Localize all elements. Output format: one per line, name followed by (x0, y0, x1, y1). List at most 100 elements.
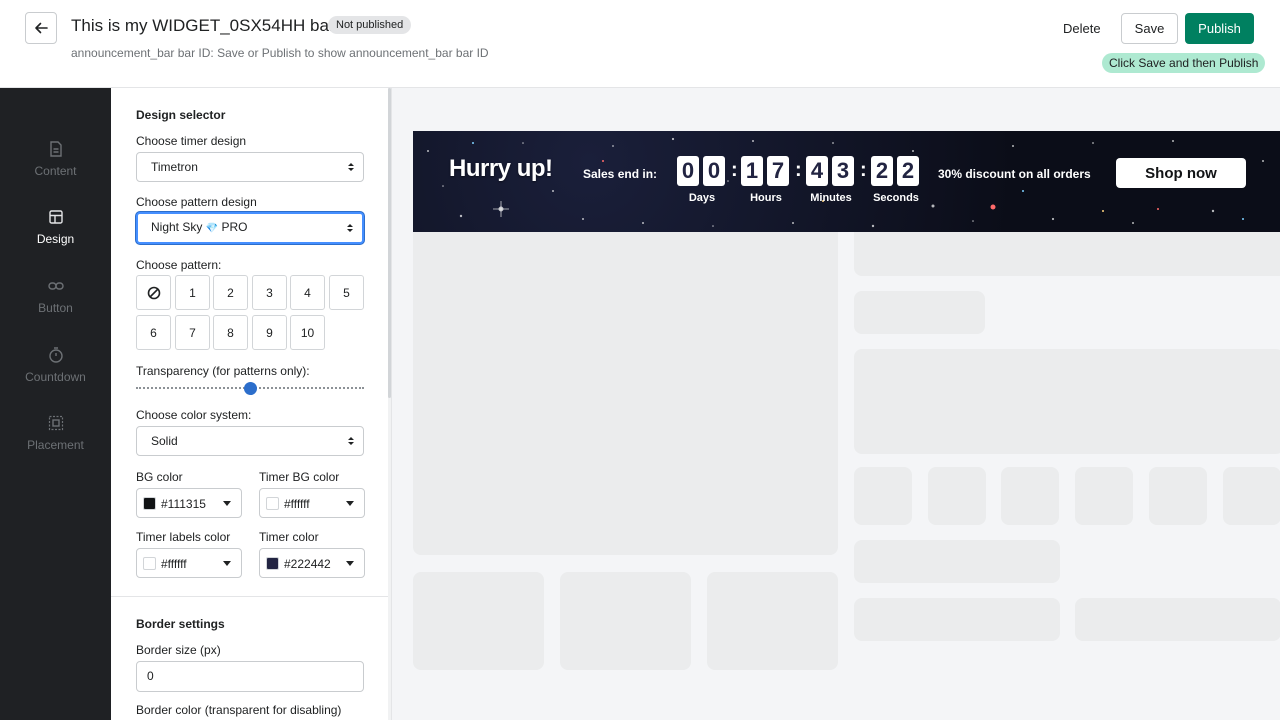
pattern-button[interactable]: 7 (175, 315, 210, 350)
bg-color-label: BG color (136, 470, 183, 484)
skeleton-block (854, 540, 1060, 583)
sidebar-item-label: Placement (27, 438, 84, 452)
skeleton-block (1001, 467, 1059, 525)
color-swatch (266, 557, 279, 570)
timer-design-label: Choose timer design (136, 134, 247, 148)
pattern-button[interactable]: 6 (136, 315, 171, 350)
pattern-button[interactable]: 4 (290, 275, 325, 310)
gem-icon: 💎 (205, 223, 219, 234)
timer-color-value: #222442 (284, 557, 331, 571)
pattern-button[interactable]: 1 (175, 275, 210, 310)
timer-icon (48, 347, 63, 363)
sidebar-item-countdown[interactable]: Countdown (0, 346, 111, 402)
placement-icon (48, 415, 63, 431)
sidebar-item-placement[interactable]: Placement (0, 414, 111, 470)
pattern-button[interactable]: 9 (252, 315, 287, 350)
discount-text: 30% discount on all orders (938, 167, 1091, 181)
pattern-design-select[interactable]: Night Sky 💎 PRO (136, 212, 364, 244)
sidebar-item-content[interactable]: Content (0, 140, 111, 196)
timer-digit: 3 (832, 156, 854, 186)
minutes-label: Minutes (810, 192, 852, 204)
sidebar-item-design[interactable]: Design (0, 208, 111, 264)
color-swatch (143, 497, 156, 510)
document-icon (49, 141, 62, 157)
pattern-none-button[interactable] (136, 275, 171, 310)
dropdown-arrow-icon (346, 561, 354, 566)
timer-labels-color-label: Timer labels color (136, 530, 231, 544)
preview-area: Hurry up! Sales end in: 0 0 : 1 7 : 4 3 … (391, 88, 1280, 720)
skeleton-block (1149, 467, 1207, 525)
timer-colon: : (860, 159, 867, 181)
bar-id-subtitle: announcement_bar bar ID: Save or Publish… (71, 46, 489, 60)
transparency-label: Transparency (for patterns only): (136, 364, 310, 378)
timer-digit: 2 (871, 156, 893, 186)
dropdown-arrow-icon (346, 501, 354, 506)
timer-digit: 7 (767, 156, 789, 186)
design-selector-title: Design selector (136, 108, 226, 122)
timer-digit: 0 (677, 156, 699, 186)
skeleton-block (854, 349, 1280, 454)
sidebar-item-label: Countdown (25, 370, 86, 384)
timer-color-label: Timer color (259, 530, 319, 544)
bg-color-value: #111315 (161, 497, 206, 511)
sidebar-item-label: Content (34, 164, 77, 178)
skeleton-block (560, 572, 691, 670)
border-size-input[interactable]: 0 (136, 661, 364, 692)
border-settings-title: Border settings (136, 617, 225, 631)
layout-icon (48, 210, 63, 224)
dropdown-arrow-icon (223, 501, 231, 506)
skeleton-block (854, 598, 1060, 641)
pattern-button[interactable]: 5 (329, 275, 364, 310)
pattern-button[interactable]: 3 (252, 275, 287, 310)
back-button[interactable] (25, 12, 57, 44)
timer-bg-color-value: #ffffff (284, 497, 310, 511)
skeleton-block (1223, 467, 1280, 525)
link-icon (47, 282, 64, 290)
timer-design-select[interactable]: Timetron (136, 152, 364, 182)
timer-color-picker[interactable]: #222442 (259, 548, 365, 578)
color-system-value: Solid (151, 434, 178, 448)
section-divider (111, 596, 391, 597)
arrow-left-icon (35, 22, 48, 34)
transparency-slider-thumb[interactable] (243, 382, 257, 395)
pattern-design-label: Choose pattern design (136, 195, 257, 209)
save-button[interactable]: Save (1121, 13, 1178, 44)
bar-headline: Hurry up! (449, 155, 553, 182)
skeleton-block (854, 291, 985, 334)
timer-labels-color-value: #ffffff (161, 557, 187, 571)
hours-label: Hours (750, 192, 782, 204)
select-caret-icon (348, 437, 354, 445)
skeleton-block (1075, 598, 1280, 641)
sidebar-item-button[interactable]: Button (0, 277, 111, 333)
skeleton-block (1075, 467, 1133, 525)
page-title: This is my WIDGET_0SX54HH bar (71, 16, 335, 35)
timer-labels-color-picker[interactable]: #ffffff (136, 548, 242, 578)
color-system-label: Choose color system: (136, 408, 252, 422)
pattern-button[interactable]: 2 (213, 275, 248, 310)
design-settings-panel: Design selector Choose timer design Time… (111, 88, 391, 720)
bg-color-picker[interactable]: #111315 (136, 488, 242, 518)
pattern-design-value: Night Sky (151, 220, 203, 234)
select-caret-icon (348, 163, 354, 171)
timer-digit: 2 (897, 156, 919, 186)
pattern-label: Choose pattern: (136, 258, 222, 272)
status-badge: Not published (328, 16, 412, 34)
pattern-button[interactable]: 8 (213, 315, 248, 350)
skeleton-block (413, 232, 838, 555)
timer-bg-color-picker[interactable]: #ffffff (259, 488, 365, 518)
timer-bg-color-label: Timer BG color (259, 470, 340, 484)
dropdown-arrow-icon (223, 561, 231, 566)
delete-button[interactable]: Delete (1052, 13, 1112, 44)
timer-digit: 1 (741, 156, 763, 186)
timer-digit: 0 (703, 156, 725, 186)
pattern-button[interactable]: 10 (290, 315, 325, 350)
shop-now-button[interactable]: Shop now (1116, 158, 1246, 188)
save-publish-hint: Click Save and then Publish (1102, 53, 1266, 73)
publish-button[interactable]: Publish (1185, 13, 1254, 44)
color-system-select[interactable]: Solid (136, 426, 364, 456)
timer-design-value: Timetron (151, 160, 198, 174)
sidebar-item-label: Button (38, 301, 73, 315)
border-size-label: Border size (px) (136, 643, 221, 657)
announcement-bar-preview: Hurry up! Sales end in: 0 0 : 1 7 : 4 3 … (413, 131, 1280, 232)
sidebar-rail: Content Design Button Countdown Placemen… (0, 88, 111, 720)
